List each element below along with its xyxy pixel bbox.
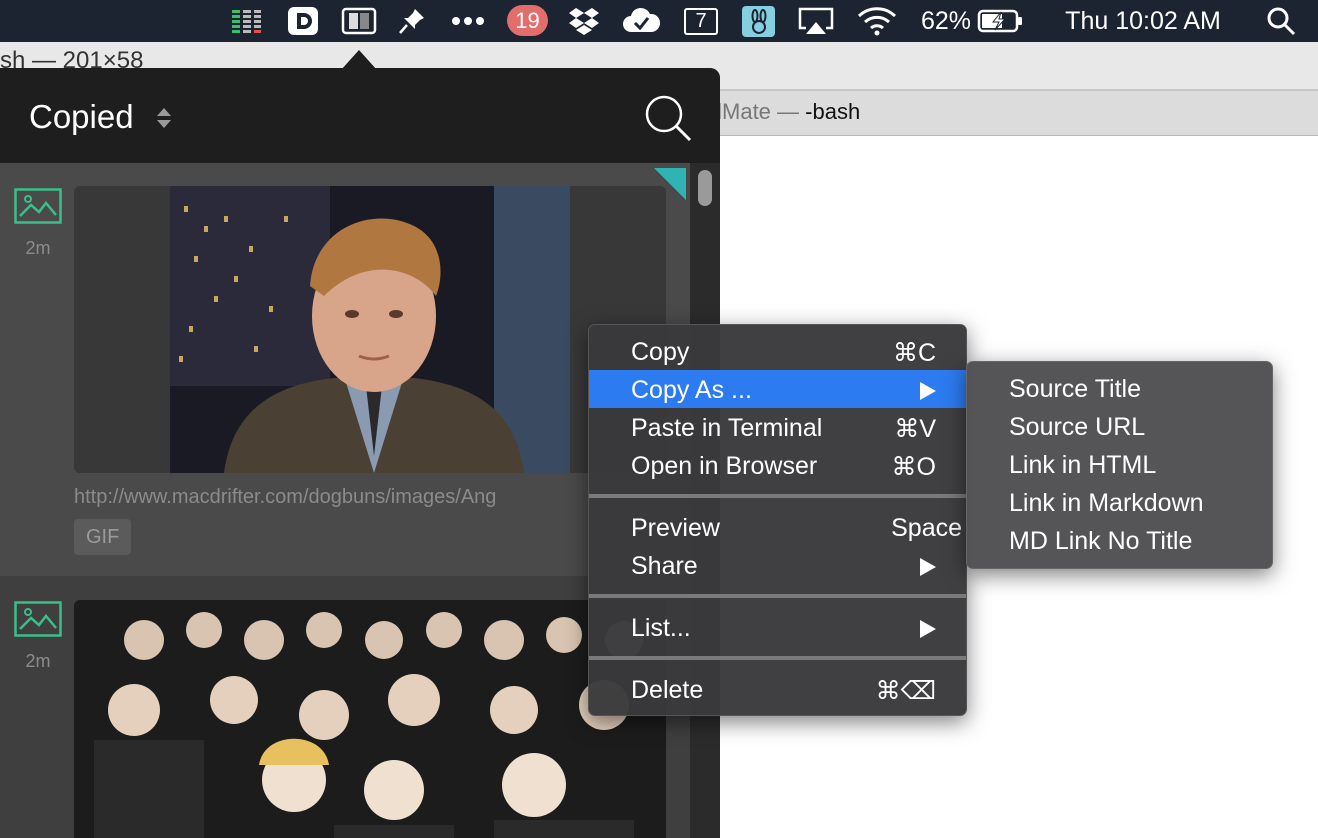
clip-image[interactable]: [74, 600, 666, 838]
terminal-tab-active: -bash: [805, 99, 861, 124]
menu-item-share[interactable]: Share: [589, 546, 966, 584]
menu-item-paste-in-terminal[interactable]: Paste in Terminal ⌘V: [589, 408, 966, 446]
clip-image[interactable]: [74, 186, 666, 473]
submenu-item-label: Link in HTML: [1009, 451, 1157, 479]
popover-arrow: [341, 50, 377, 70]
menu-item-list[interactable]: List...: [589, 608, 966, 646]
submenu-item-md-link-no-title[interactable]: MD Link No Title: [967, 522, 1272, 560]
menu-item-open-in-browser[interactable]: Open in Browser ⌘O: [589, 446, 966, 484]
image-type-icon: [14, 601, 62, 637]
battery-icon[interactable]: [976, 0, 1024, 42]
submenu-arrow-icon: [920, 382, 936, 400]
pin-icon[interactable]: [396, 0, 428, 42]
more-icon[interactable]: [450, 0, 486, 42]
context-menu: Copy ⌘C Copy As ... Paste in Terminal ⌘V…: [588, 324, 967, 716]
menu-item-label: List...: [631, 614, 691, 642]
panel-search-icon[interactable]: [644, 94, 692, 142]
image-type-icon: [14, 188, 62, 224]
submenu-item-label: Source URL: [1009, 413, 1146, 441]
menu-bar: 19 7 62% Thu 10:02 AM: [0, 0, 1318, 42]
submenu-arrow-icon: [920, 558, 936, 576]
menu-item-label: Delete: [631, 676, 704, 704]
submenu-item-link-in-markdown[interactable]: Link in Markdown: [967, 484, 1272, 522]
clip-item[interactable]: 2m: [0, 163, 690, 576]
sort-arrows-icon[interactable]: [155, 106, 173, 130]
menu-item-copy-as[interactable]: Copy As ...: [589, 370, 966, 408]
submenu-item-label: Source Title: [1009, 375, 1142, 403]
d-icon[interactable]: [286, 0, 320, 42]
menu-item-copy[interactable]: Copy ⌘C: [589, 332, 966, 370]
clock[interactable]: Thu 10:02 AM: [1050, 0, 1236, 42]
calendar-icon[interactable]: 7: [684, 8, 718, 35]
shortcut-label: ⌘V: [894, 415, 936, 443]
wifi-icon[interactable]: [856, 0, 898, 42]
photo-thumbnail: [74, 600, 666, 838]
split-window-icon[interactable]: [340, 0, 378, 42]
copy-as-submenu: Source Title Source URL Link in HTML Lin…: [966, 361, 1273, 569]
stacks-icon[interactable]: [228, 0, 264, 42]
clip-url[interactable]: http://www.macdrifter.com/dogbuns/images…: [74, 486, 594, 509]
panel-header: Copied: [0, 68, 720, 163]
clip-item[interactable]: 2m: [0, 576, 690, 838]
menu-item-label: Open in Browser: [631, 452, 818, 480]
menu-item-label: Share: [631, 552, 698, 580]
submenu-item-link-in-html[interactable]: Link in HTML: [967, 446, 1272, 484]
selection-flag: [654, 168, 686, 200]
dropbox-icon[interactable]: [566, 0, 602, 42]
menu-item-label: Paste in Terminal: [631, 414, 823, 442]
clip-age: 2m: [25, 651, 51, 671]
airplay-icon[interactable]: [796, 0, 836, 42]
menu-item-delete[interactable]: Delete ⌘⌫: [589, 670, 966, 708]
bunny-icon[interactable]: [742, 6, 775, 37]
terminal-tab[interactable]: ailMate — -bash: [700, 99, 860, 125]
notification-badge[interactable]: 19: [507, 5, 548, 36]
cloud-check-icon[interactable]: [620, 0, 662, 42]
shortcut-label: ⌘O: [891, 453, 936, 481]
submenu-item-label: Link in Markdown: [1009, 489, 1204, 517]
menu-separator: [589, 656, 966, 660]
menu-item-preview[interactable]: Preview Space: [589, 508, 966, 546]
submenu-item-label: MD Link No Title: [1009, 527, 1193, 555]
clip-type-tag: GIF: [74, 519, 132, 555]
clip-age: 2m: [25, 238, 51, 258]
submenu-item-source-url[interactable]: Source URL: [967, 408, 1272, 446]
shortcut-label: ⌘C: [892, 339, 936, 367]
menu-separator: [589, 494, 966, 498]
gif-thumbnail: [74, 186, 666, 473]
scrollbar-thumb[interactable]: [698, 170, 712, 206]
menu-separator: [589, 594, 966, 598]
menu-item-label: Preview: [631, 514, 720, 542]
menu-item-label: Copy: [631, 338, 690, 366]
shortcut-label: ⌘⌫: [875, 677, 936, 705]
submenu-item-source-title[interactable]: Source Title: [967, 370, 1272, 408]
battery-percent: 62%: [920, 6, 972, 35]
menu-item-label: Copy As ...: [631, 376, 752, 404]
collection-title[interactable]: Copied: [29, 98, 134, 136]
submenu-arrow-icon: [920, 620, 936, 638]
shortcut-label: Space: [891, 514, 962, 542]
search-icon[interactable]: [1264, 0, 1298, 42]
